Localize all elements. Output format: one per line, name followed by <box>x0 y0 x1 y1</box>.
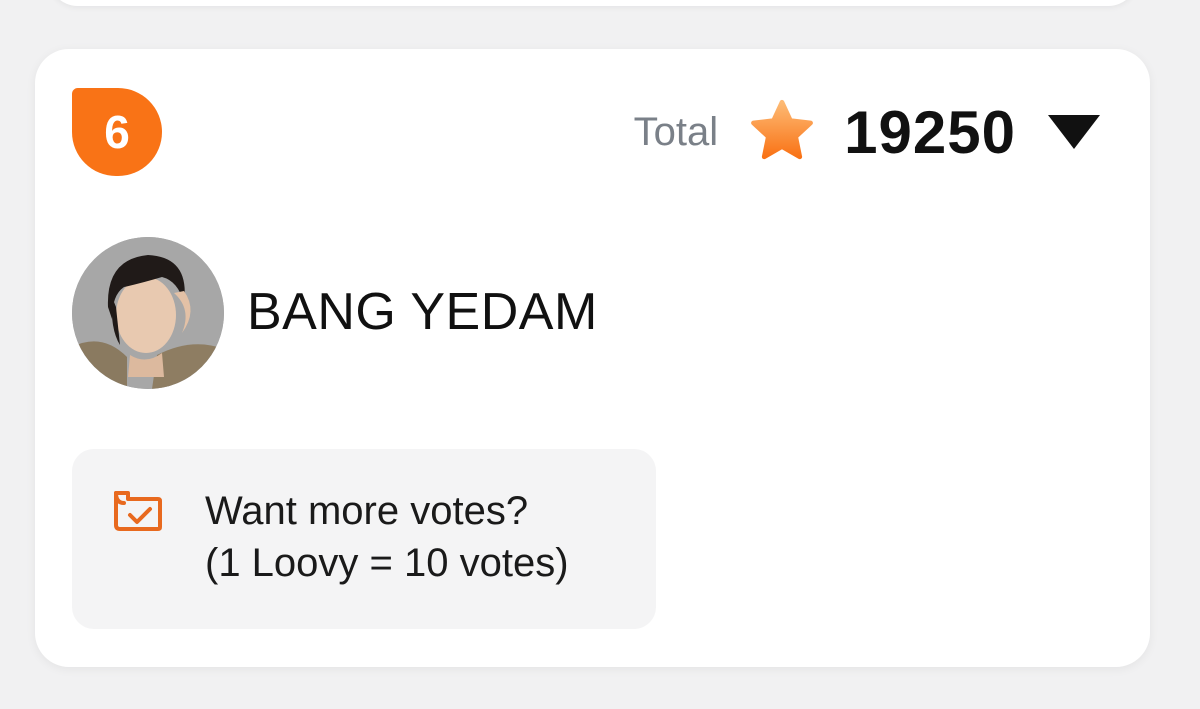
promo-text: Want more votes? (1 Loovy = 10 votes) <box>205 485 569 589</box>
avatar <box>72 237 224 389</box>
more-votes-banner[interactable]: Want more votes? (1 Loovy = 10 votes) <box>72 449 656 629</box>
rank-number: 6 <box>104 106 130 158</box>
previous-card-edge <box>48 0 1138 6</box>
promo-line-1: Want more votes? <box>205 489 529 533</box>
ticket-check-icon <box>114 491 162 531</box>
promo-line-2: (1 Loovy = 10 votes) <box>205 541 569 585</box>
artist-name: BANG YEDAM <box>247 283 598 341</box>
rank-badge: 6 <box>72 88 162 176</box>
star-icon <box>751 99 814 160</box>
ranking-card[interactable]: 6 Total 19250 BANG YEDAM Want more votes… <box>35 49 1150 667</box>
total-votes: Total 19250 <box>634 97 1102 167</box>
triangle-down-icon[interactable] <box>1046 112 1102 152</box>
artist-photo <box>72 237 224 389</box>
total-label: Total <box>633 109 719 154</box>
total-vote-count: 19250 <box>844 98 1016 166</box>
